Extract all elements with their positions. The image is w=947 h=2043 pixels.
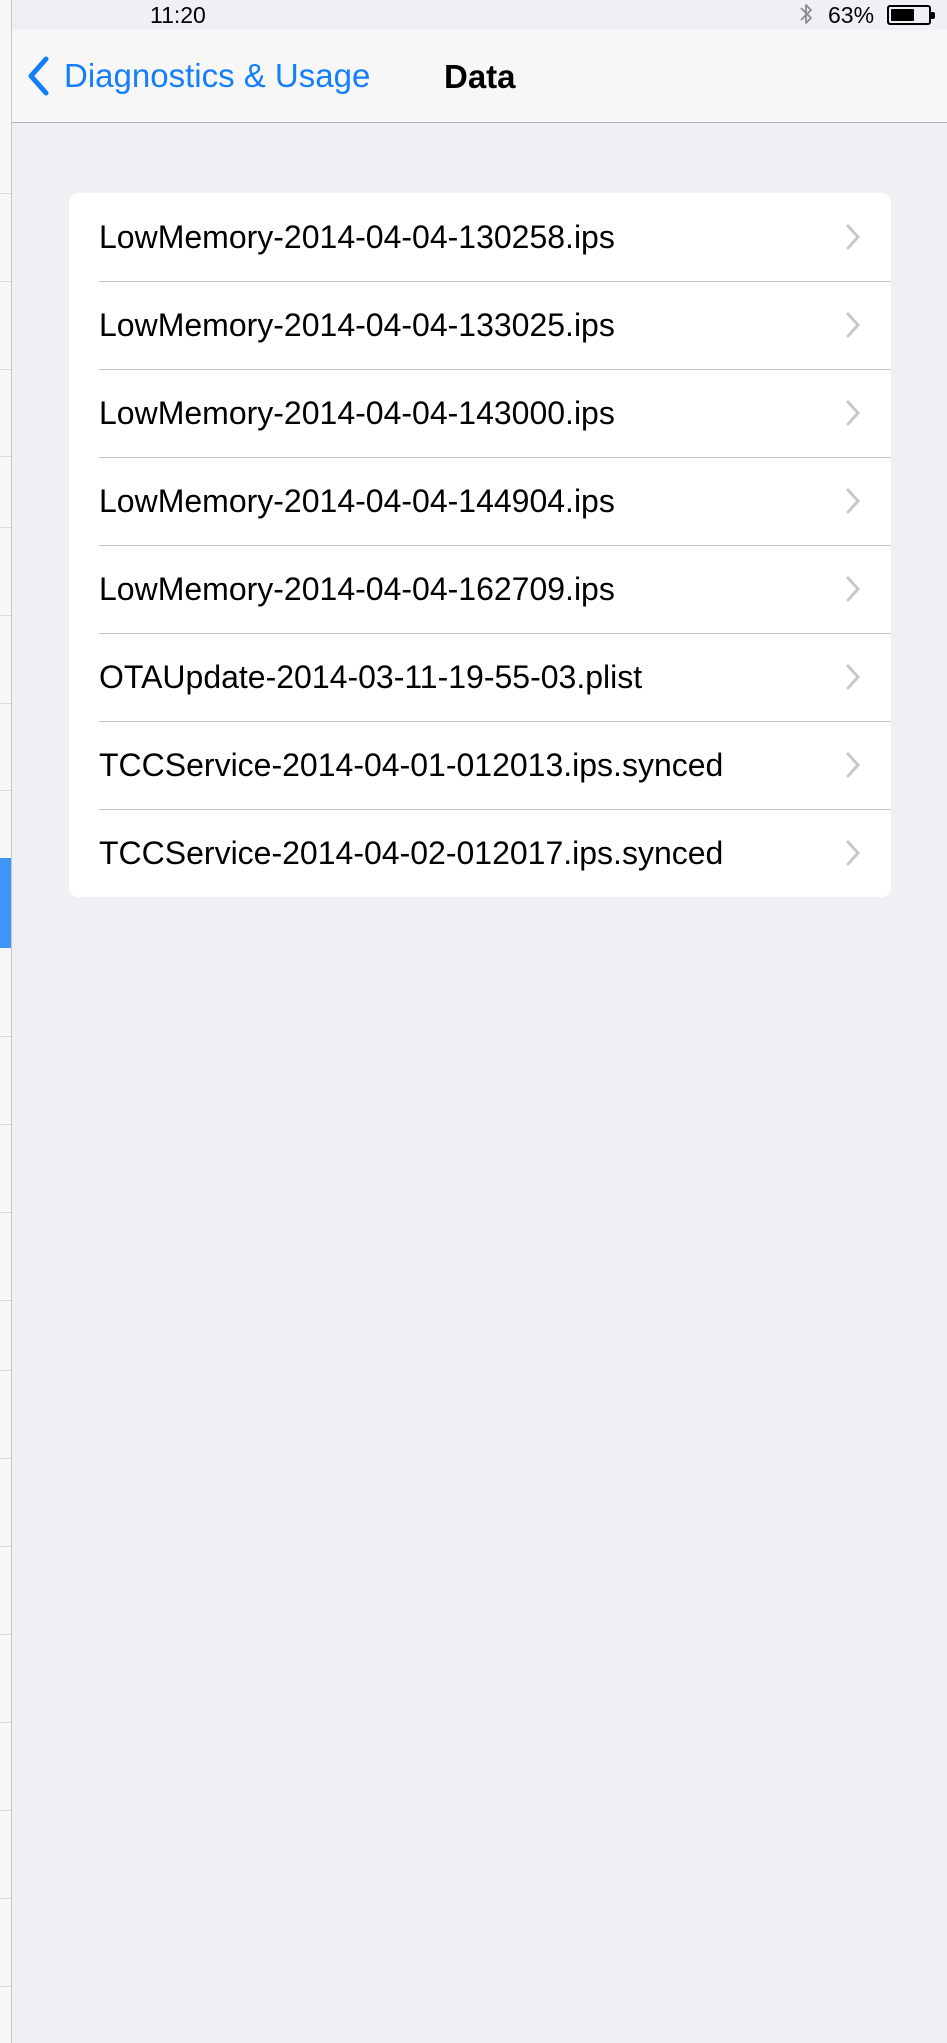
master-separator [0, 456, 11, 457]
list-item[interactable]: LowMemory-2014-04-04-130258.ips [69, 193, 891, 281]
chevron-right-icon [846, 224, 860, 250]
battery-percent: 63% [828, 2, 875, 28]
file-list: LowMemory-2014-04-04-130258.ips LowMemor… [69, 193, 891, 897]
chevron-right-icon [846, 752, 860, 778]
back-button-label: Diagnostics & Usage [64, 57, 371, 94]
status-bar: 11:20 63% [12, 0, 947, 30]
master-selected-row[interactable] [0, 858, 11, 948]
list-item-label: LowMemory-2014-04-04-130258.ips [99, 218, 615, 255]
master-separator [0, 790, 11, 791]
list-item-label: LowMemory-2014-04-04-133025.ips [99, 306, 615, 343]
master-separator [0, 1898, 11, 1899]
chevron-right-icon [846, 664, 860, 690]
master-separator [0, 703, 11, 704]
master-separator [0, 615, 11, 616]
list-item[interactable]: TCCService-2014-04-01-012013.ips.synced [69, 721, 891, 809]
chevron-right-icon [846, 400, 860, 426]
list-item-label: LowMemory-2014-04-04-144904.ips [99, 482, 615, 519]
list-item[interactable]: TCCService-2014-04-02-012017.ips.synced [69, 809, 891, 897]
chevron-left-icon [26, 54, 60, 98]
battery-icon [887, 5, 935, 25]
battery-cap [931, 12, 935, 19]
master-separator [0, 1986, 11, 1987]
page-title: Data [444, 58, 516, 95]
list-item[interactable]: LowMemory-2014-04-04-133025.ips [69, 281, 891, 369]
list-item-label: OTAUpdate-2014-03-11-19-55-03.plist [99, 658, 643, 695]
chevron-right-icon [846, 840, 860, 866]
list-item-label: LowMemory-2014-04-04-143000.ips [99, 394, 615, 431]
list-item-label: LowMemory-2014-04-04-162709.ips [99, 570, 615, 607]
list-item[interactable]: LowMemory-2014-04-04-143000.ips [69, 369, 891, 457]
chevron-right-icon [846, 312, 860, 338]
chevron-right-icon [846, 488, 860, 514]
navigation-bar: Diagnostics & Usage Data [12, 30, 947, 123]
master-separator [0, 1546, 11, 1547]
master-pane-edge [0, 0, 12, 2043]
master-separator [0, 1634, 11, 1635]
master-separator [0, 193, 11, 194]
list-item[interactable]: OTAUpdate-2014-03-11-19-55-03.plist [69, 633, 891, 721]
master-separator [0, 369, 11, 370]
master-separator [0, 1722, 11, 1723]
list-item[interactable]: LowMemory-2014-04-04-162709.ips [69, 545, 891, 633]
master-separator [0, 1458, 11, 1459]
master-separator [0, 1036, 11, 1037]
master-separator [0, 1300, 11, 1301]
master-separator [0, 1370, 11, 1371]
list-item[interactable]: LowMemory-2014-04-04-144904.ips [69, 457, 891, 545]
list-item-label: TCCService-2014-04-01-012013.ips.synced [99, 746, 724, 783]
chevron-right-icon [846, 576, 860, 602]
battery-level-fill [891, 9, 914, 21]
list-item-label: TCCService-2014-04-02-012017.ips.synced [99, 834, 724, 871]
master-separator [0, 1810, 11, 1811]
master-separator [0, 281, 11, 282]
master-separator [0, 1212, 11, 1213]
back-button[interactable]: Diagnostics & Usage [26, 54, 370, 98]
master-separator [0, 1124, 11, 1125]
master-separator [0, 527, 11, 528]
status-time: 11:20 [150, 2, 206, 28]
